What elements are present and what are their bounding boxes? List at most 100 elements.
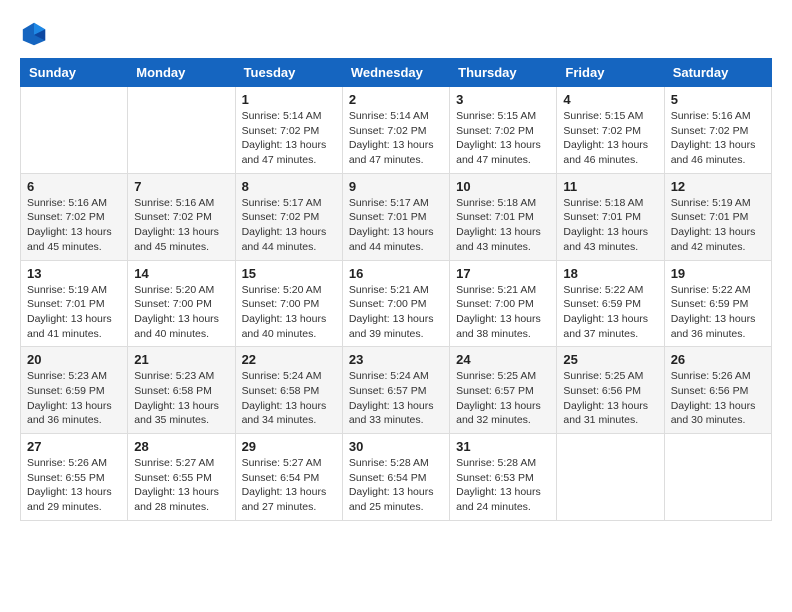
day-info: Sunrise: 5:19 AM Sunset: 7:01 PM Dayligh… [671, 196, 765, 255]
day-number: 1 [242, 92, 336, 107]
day-info: Sunrise: 5:19 AM Sunset: 7:01 PM Dayligh… [27, 283, 121, 342]
day-info: Sunrise: 5:23 AM Sunset: 6:59 PM Dayligh… [27, 369, 121, 428]
day-number: 18 [563, 266, 657, 281]
day-info: Sunrise: 5:16 AM Sunset: 7:02 PM Dayligh… [671, 109, 765, 168]
calendar-cell: 29Sunrise: 5:27 AM Sunset: 6:54 PM Dayli… [235, 434, 342, 521]
calendar-cell: 21Sunrise: 5:23 AM Sunset: 6:58 PM Dayli… [128, 347, 235, 434]
calendar-cell: 22 Sunrise: 5:24 AM Sunset: 6:58 PM Dayli… [235, 347, 342, 434]
day-number: 13 [27, 266, 121, 281]
calendar-cell: 25Sunrise: 5:25 AM Sunset: 6:56 PM Dayli… [557, 347, 664, 434]
calendar-cell: 15 Sunrise: 5:20 AM Sunset: 7:00 PM Dayli… [235, 260, 342, 347]
calendar-table: SundayMondayTuesdayWednesdayThursdayFrid… [20, 58, 772, 521]
calendar-cell: 23 Sunrise: 5:24 AM Sunset: 6:57 PM Dayli… [342, 347, 449, 434]
calendar-week-row: 20 Sunrise: 5:23 AM Sunset: 6:59 PM Dayli… [21, 347, 772, 434]
day-number: 28 [134, 439, 228, 454]
day-number: 31 [456, 439, 550, 454]
day-info: Sunrise: 5:24 AM Sunset: 6:58 PM Dayligh… [242, 369, 336, 428]
day-info: Sunrise: 5:26 AM Sunset: 6:55 PM Dayligh… [27, 456, 121, 515]
day-number: 8 [242, 179, 336, 194]
calendar-week-row: 27 Sunrise: 5:26 AM Sunset: 6:55 PM Dayli… [21, 434, 772, 521]
day-number: 12 [671, 179, 765, 194]
day-number: 29 [242, 439, 336, 454]
day-number: 25 [563, 352, 657, 367]
calendar-cell: 19 Sunrise: 5:22 AM Sunset: 6:59 PM Dayli… [664, 260, 771, 347]
day-number: 27 [27, 439, 121, 454]
calendar-cell: 12 Sunrise: 5:19 AM Sunset: 7:01 PM Dayli… [664, 173, 771, 260]
calendar-cell: 24 Sunrise: 5:25 AM Sunset: 6:57 PM Dayli… [450, 347, 557, 434]
day-number: 15 [242, 266, 336, 281]
calendar-cell: 11Sunrise: 5:18 AM Sunset: 7:01 PM Dayli… [557, 173, 664, 260]
day-number: 26 [671, 352, 765, 367]
day-number: 16 [349, 266, 443, 281]
day-info: Sunrise: 5:16 AM Sunset: 7:02 PM Dayligh… [27, 196, 121, 255]
calendar-week-row: 13 Sunrise: 5:19 AM Sunset: 7:01 PM Dayli… [21, 260, 772, 347]
calendar-cell: 5 Sunrise: 5:16 AM Sunset: 7:02 PM Daylig… [664, 87, 771, 174]
calendar-cell: 18 Sunrise: 5:22 AM Sunset: 6:59 PM Dayli… [557, 260, 664, 347]
calendar-cell: 4Sunrise: 5:15 AM Sunset: 7:02 PM Daylig… [557, 87, 664, 174]
calendar-cell: 14 Sunrise: 5:20 AM Sunset: 7:00 PM Dayli… [128, 260, 235, 347]
calendar-cell [21, 87, 128, 174]
day-info: Sunrise: 5:18 AM Sunset: 7:01 PM Dayligh… [456, 196, 550, 255]
day-info: Sunrise: 5:20 AM Sunset: 7:00 PM Dayligh… [134, 283, 228, 342]
calendar-cell [664, 434, 771, 521]
day-number: 3 [456, 92, 550, 107]
day-info: Sunrise: 5:15 AM Sunset: 7:02 PM Dayligh… [456, 109, 550, 168]
day-info: Sunrise: 5:22 AM Sunset: 6:59 PM Dayligh… [671, 283, 765, 342]
calendar-cell: 10 Sunrise: 5:18 AM Sunset: 7:01 PM Dayli… [450, 173, 557, 260]
calendar-week-row: 6 Sunrise: 5:16 AM Sunset: 7:02 PM Daylig… [21, 173, 772, 260]
day-number: 24 [456, 352, 550, 367]
day-number: 30 [349, 439, 443, 454]
day-info: Sunrise: 5:16 AM Sunset: 7:02 PM Dayligh… [134, 196, 228, 255]
calendar-cell: 3 Sunrise: 5:15 AM Sunset: 7:02 PM Daylig… [450, 87, 557, 174]
day-info: Sunrise: 5:14 AM Sunset: 7:02 PM Dayligh… [349, 109, 443, 168]
calendar-cell: 6 Sunrise: 5:16 AM Sunset: 7:02 PM Daylig… [21, 173, 128, 260]
calendar-week-row: 1 Sunrise: 5:14 AM Sunset: 7:02 PM Daylig… [21, 87, 772, 174]
calendar-cell: 16 Sunrise: 5:21 AM Sunset: 7:00 PM Dayli… [342, 260, 449, 347]
day-number: 6 [27, 179, 121, 194]
calendar-cell: 13 Sunrise: 5:19 AM Sunset: 7:01 PM Dayli… [21, 260, 128, 347]
weekday-header: Thursday [450, 59, 557, 87]
day-info: Sunrise: 5:26 AM Sunset: 6:56 PM Dayligh… [671, 369, 765, 428]
day-info: Sunrise: 5:28 AM Sunset: 6:53 PM Dayligh… [456, 456, 550, 515]
day-info: Sunrise: 5:28 AM Sunset: 6:54 PM Dayligh… [349, 456, 443, 515]
day-number: 10 [456, 179, 550, 194]
calendar-cell [557, 434, 664, 521]
day-number: 7 [134, 179, 228, 194]
calendar-cell: 8 Sunrise: 5:17 AM Sunset: 7:02 PM Daylig… [235, 173, 342, 260]
day-number: 21 [134, 352, 228, 367]
day-number: 14 [134, 266, 228, 281]
calendar-cell: 31 Sunrise: 5:28 AM Sunset: 6:53 PM Dayli… [450, 434, 557, 521]
day-info: Sunrise: 5:24 AM Sunset: 6:57 PM Dayligh… [349, 369, 443, 428]
day-number: 19 [671, 266, 765, 281]
day-number: 23 [349, 352, 443, 367]
calendar-cell: 27 Sunrise: 5:26 AM Sunset: 6:55 PM Dayli… [21, 434, 128, 521]
calendar-cell: 7 Sunrise: 5:16 AM Sunset: 7:02 PM Daylig… [128, 173, 235, 260]
calendar-header-row: SundayMondayTuesdayWednesdayThursdayFrid… [21, 59, 772, 87]
calendar-cell: 30 Sunrise: 5:28 AM Sunset: 6:54 PM Dayli… [342, 434, 449, 521]
day-info: Sunrise: 5:22 AM Sunset: 6:59 PM Dayligh… [563, 283, 657, 342]
day-info: Sunrise: 5:17 AM Sunset: 7:02 PM Dayligh… [242, 196, 336, 255]
day-number: 9 [349, 179, 443, 194]
logo-icon [20, 20, 48, 48]
weekday-header: Sunday [21, 59, 128, 87]
calendar-cell: 26 Sunrise: 5:26 AM Sunset: 6:56 PM Dayli… [664, 347, 771, 434]
weekday-header: Monday [128, 59, 235, 87]
calendar-cell [128, 87, 235, 174]
weekday-header: Friday [557, 59, 664, 87]
day-info: Sunrise: 5:20 AM Sunset: 7:00 PM Dayligh… [242, 283, 336, 342]
day-number: 22 [242, 352, 336, 367]
weekday-header: Wednesday [342, 59, 449, 87]
weekday-header: Tuesday [235, 59, 342, 87]
day-info: Sunrise: 5:25 AM Sunset: 6:57 PM Dayligh… [456, 369, 550, 428]
day-number: 20 [27, 352, 121, 367]
day-info: Sunrise: 5:14 AM Sunset: 7:02 PM Dayligh… [242, 109, 336, 168]
logo [20, 20, 52, 48]
day-info: Sunrise: 5:21 AM Sunset: 7:00 PM Dayligh… [456, 283, 550, 342]
day-info: Sunrise: 5:18 AM Sunset: 7:01 PM Dayligh… [563, 196, 657, 255]
day-number: 17 [456, 266, 550, 281]
calendar-cell: 2Sunrise: 5:14 AM Sunset: 7:02 PM Daylig… [342, 87, 449, 174]
day-info: Sunrise: 5:21 AM Sunset: 7:00 PM Dayligh… [349, 283, 443, 342]
day-number: 5 [671, 92, 765, 107]
day-info: Sunrise: 5:15 AM Sunset: 7:02 PM Dayligh… [563, 109, 657, 168]
calendar-cell: 17 Sunrise: 5:21 AM Sunset: 7:00 PM Dayli… [450, 260, 557, 347]
